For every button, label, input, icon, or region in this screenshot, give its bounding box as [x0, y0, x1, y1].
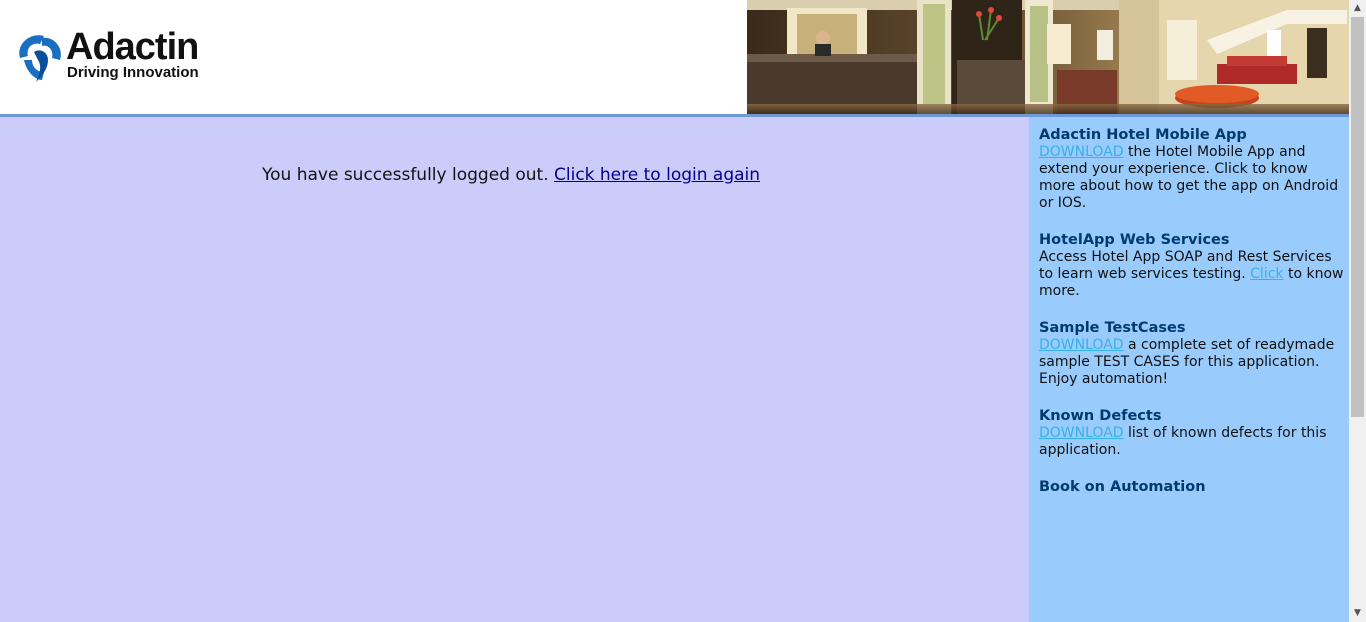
- logout-message: You have successfully logged out.: [262, 165, 549, 185]
- sidebar-title-mobile-app: Adactin Hotel Mobile App: [1039, 127, 1247, 143]
- web-services-click-link[interactable]: Click: [1250, 266, 1283, 282]
- sidebar-section-book: Book on Automation: [1039, 479, 1344, 496]
- scrollbar-thumb[interactable]: [1351, 17, 1364, 417]
- sidebar-title-testcases: Sample TestCases: [1039, 320, 1186, 336]
- sidebar-title-book-automation[interactable]: Book on Automation: [1039, 479, 1344, 496]
- sidebar-section-mobile-app: Adactin Hotel Mobile App DOWNLOAD the Ho…: [1039, 127, 1344, 212]
- known-defects-download-link[interactable]: DOWNLOAD: [1039, 425, 1124, 441]
- mobile-app-download-link[interactable]: DOWNLOAD: [1039, 144, 1124, 160]
- header: Adactin Driving Innovation: [0, 0, 1349, 114]
- hotel-lobby-banner-image: [747, 0, 1349, 114]
- scroll-up-arrow-icon[interactable]: ▲: [1349, 0, 1366, 17]
- main-content: You have successfully logged out. Click …: [0, 117, 1029, 622]
- adactin-logo-icon: [19, 35, 61, 82]
- logout-message-line: You have successfully logged out. Click …: [262, 165, 760, 185]
- sidebar-section-known-defects: Known Defects DOWNLOAD list of known def…: [1039, 408, 1344, 459]
- testcases-download-link[interactable]: DOWNLOAD: [1039, 337, 1124, 353]
- logo-title: Adactin: [66, 26, 199, 68]
- sidebar: Adactin Hotel Mobile App DOWNLOAD the Ho…: [1029, 117, 1349, 622]
- adactin-logo: Adactin Driving Innovation: [14, 26, 239, 90]
- page: Adactin Driving Innovation You have succ…: [0, 0, 1349, 622]
- scroll-down-arrow-icon[interactable]: ▼: [1349, 605, 1366, 622]
- sidebar-title-known-defects: Known Defects: [1039, 408, 1162, 424]
- vertical-scrollbar[interactable]: ▲ ▼: [1349, 0, 1366, 622]
- sidebar-title-web-services: HotelApp Web Services: [1039, 232, 1230, 248]
- login-again-link[interactable]: Click here to login again: [554, 165, 760, 185]
- sidebar-section-testcases: Sample TestCases DOWNLOAD a complete set…: [1039, 320, 1344, 388]
- logo-tagline: Driving Innovation: [67, 64, 199, 81]
- sidebar-section-web-services: HotelApp Web Services Access Hotel App S…: [1039, 232, 1344, 300]
